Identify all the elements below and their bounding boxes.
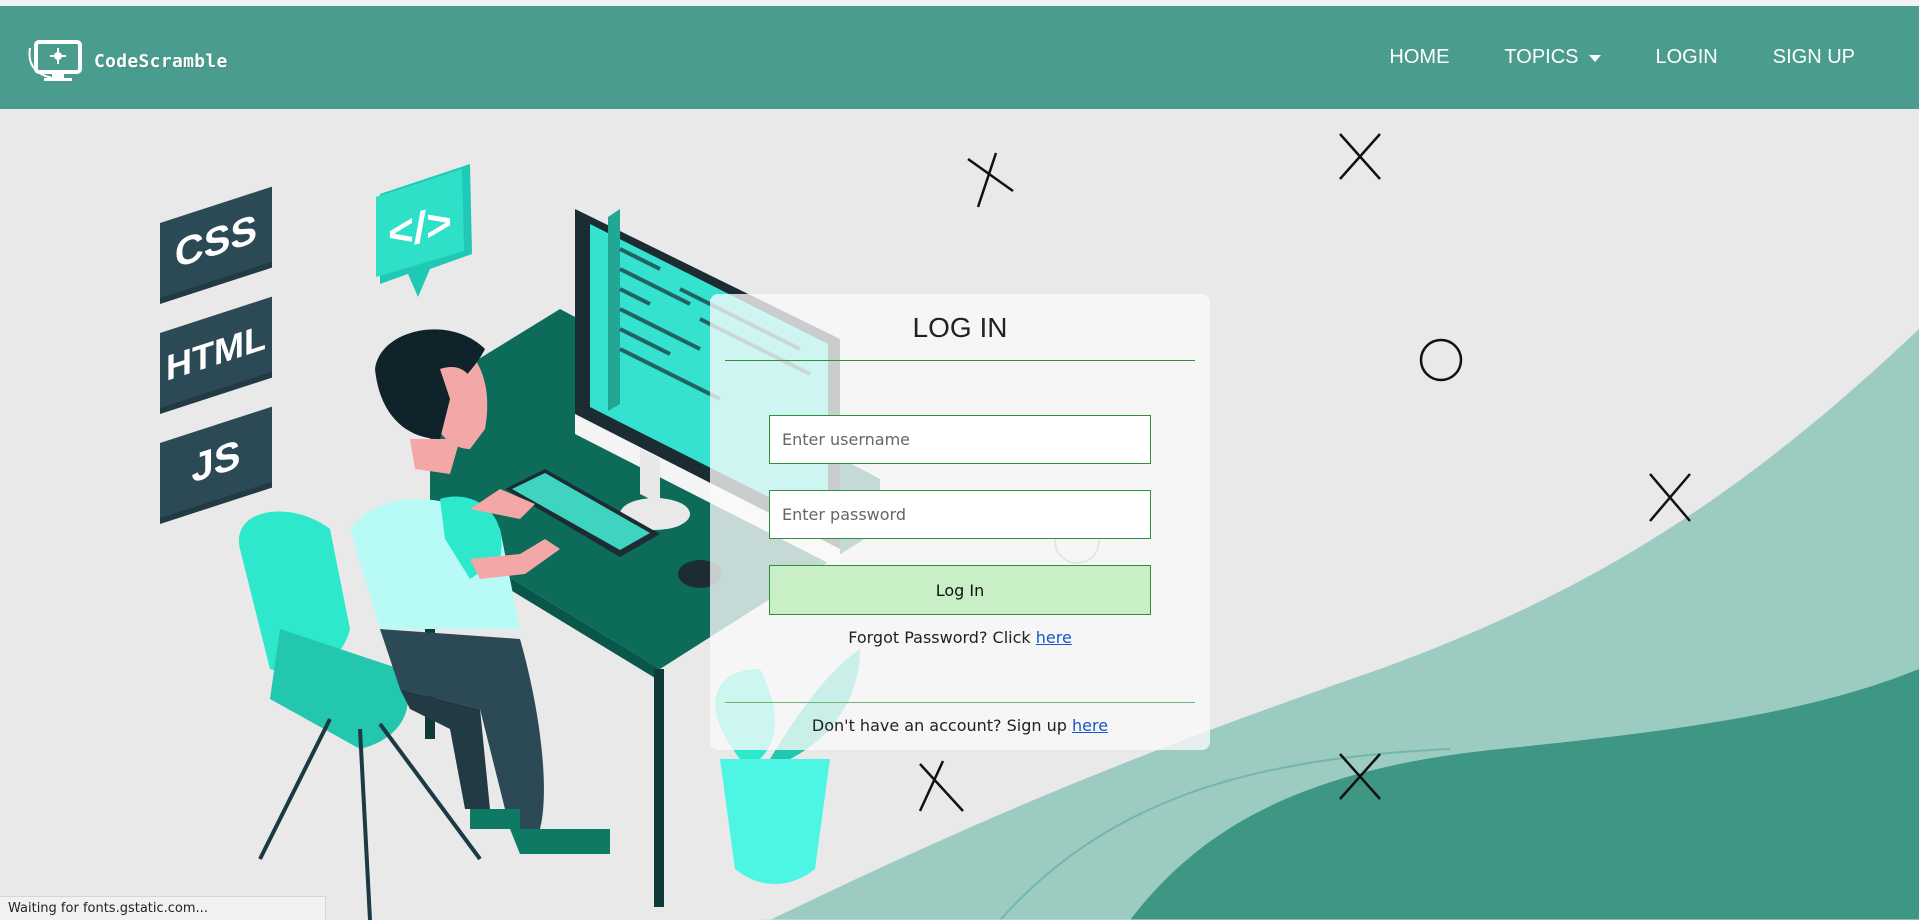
browser-status-bar: Waiting for fonts.gstatic.com... [0,896,326,920]
nav-links: HOME TOPICS LOGIN SIGN UP [1334,46,1855,69]
divider [725,702,1195,703]
login-button[interactable]: Log In [769,565,1151,615]
forgot-password-link[interactable]: here [1036,628,1072,647]
brand-logo[interactable]: CodeScramble [28,38,228,84]
navbar: CodeScramble HOME TOPICS LOGIN SIGN UP [0,6,1919,109]
code-bubble: </> [376,164,472,297]
nav-signup[interactable]: SIGN UP [1773,46,1855,69]
caret-down-icon [1588,55,1601,62]
x-mark-icon [967,152,1014,208]
brand-name: CodeScramble [94,50,228,72]
nav-home[interactable]: HOME [1389,46,1449,69]
x-mark-icon [1339,133,1381,180]
tech-badges: CSS HTML JS [160,186,272,524]
password-input[interactable] [769,490,1151,539]
signup-prefix: Don't have an account? Sign up [811,716,1072,735]
divider [725,360,1195,361]
login-title: LOG IN [912,312,1008,343]
nav-topics-label: TOPICS [1504,46,1579,68]
signup-link[interactable]: here [1072,716,1108,735]
forgot-password-text: Forgot Password? Click here [710,628,1210,647]
username-input[interactable] [769,415,1151,464]
login-card: LOG IN Log In Forgot Password? Click her… [710,294,1210,750]
circle-mark-icon [1419,338,1463,382]
x-mark-icon [918,760,964,812]
x-mark-icon [1649,473,1691,522]
nav-login[interactable]: LOGIN [1656,46,1718,69]
forgot-password-prefix: Forgot Password? Click [848,628,1036,647]
monitor-logo-icon [28,40,82,81]
signup-text: Don't have an account? Sign up here [710,716,1210,735]
nav-topics-dropdown[interactable]: TOPICS [1504,46,1601,69]
